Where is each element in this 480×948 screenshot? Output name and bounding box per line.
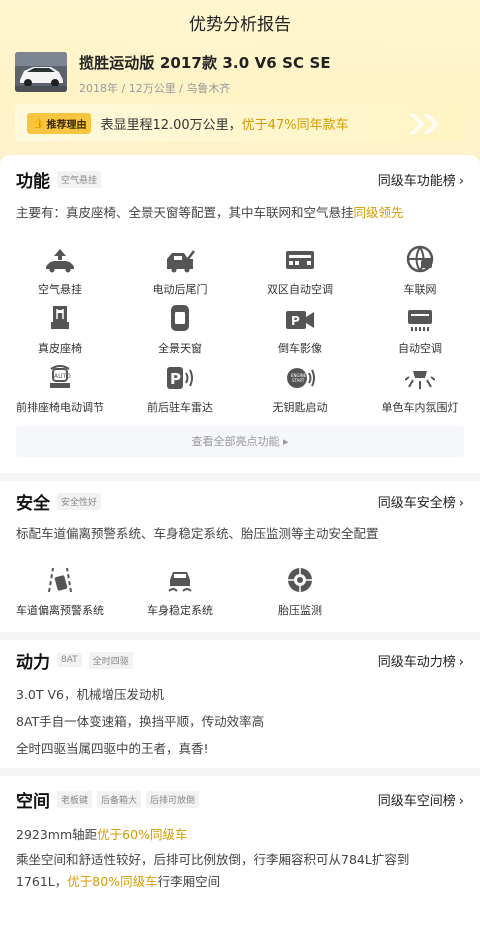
space-title: 空间 [16, 791, 50, 812]
ambient-light-icon [360, 363, 480, 391]
space-line-wheelbase: 2923mm轴距优于60%同级车 [16, 827, 188, 842]
feature-item: P 前后驻车雷达 [120, 363, 240, 422]
features-tag: 空气悬挂 [57, 170, 102, 188]
feature-item: 车联网 [360, 245, 480, 304]
chevron-right-icon: › [458, 794, 464, 809]
view-all-features-button[interactable]: 查看全部亮点功能 ▸ [16, 426, 464, 457]
recommend-reason-text: 表显里程12.00万公里，优于47%同年款车 [100, 117, 349, 133]
features-grid: 空气悬挂 电动后尾门 双区自动空调 车联网 真皮座椅 全景天窗 P 倒车影像 自… [0, 245, 480, 422]
features-rank-link[interactable]: 同级车功能榜 › [378, 170, 464, 189]
space-card: 空间 老板键 后备箱大 后排可放倒 同级车空间榜 › 2923mm轴距优于60%同… [0, 776, 480, 948]
svg-text:START: START [292, 378, 305, 383]
svg-text:P: P [170, 370, 181, 388]
chevron-right-icon: › [458, 655, 464, 670]
power-card: 动力 8AT 全时四驱 同级车动力榜 › 3.0T V6，机械增压发动机 8AT手… [0, 640, 480, 768]
power-line: 3.0T V6，机械增压发动机 [16, 687, 164, 702]
safety-desc: 标配车道偏离预警系统、车身稳定系统、胎压监测等主动安全配置 [16, 526, 379, 541]
feature-item: 电动后尾门 [120, 245, 240, 304]
feature-item: 单色车内氛围灯 [360, 363, 480, 422]
section-divider [0, 768, 480, 776]
feature-item: P 倒车影像 [240, 304, 360, 363]
auto-ac-icon [360, 304, 480, 332]
feature-item: 双区自动空调 [240, 245, 360, 304]
header-area: 优势分析报告 揽胜运动版 2017款 3.0 V6 SC SE 2018年 / … [0, 0, 480, 165]
safety-rank-link[interactable]: 同级车安全榜 › [378, 492, 464, 511]
safety-item: 胎压监测 [240, 566, 360, 625]
triangle-right-icon: ▸ [279, 435, 289, 448]
recommend-reason-label: 推荐理由 [46, 119, 87, 131]
space-rank-link[interactable]: 同级车空间榜 › [378, 790, 464, 809]
safety-title: 安全 [16, 493, 50, 514]
features-title: 功能 [16, 171, 50, 192]
safety-item: 车道偏离预警系统 [0, 566, 120, 625]
page-title: 优势分析报告 [189, 15, 291, 35]
recommend-reason-bar: 👍 推荐理由 表显里程12.00万公里，优于47%同年款车 [15, 104, 465, 142]
safety-grid: 车道偏离预警系统 车身稳定系统 胎压监测 [0, 566, 480, 625]
car-thumbnail [15, 52, 67, 92]
safety-card: 安全 安全性好 同级车安全榜 › 标配车道偏离预警系统、车身稳定系统、胎压监测等主… [0, 481, 480, 632]
svg-text:P: P [291, 314, 300, 328]
thumbs-up-icon: 👍 [32, 117, 45, 129]
car-name: 揽胜运动版 2017款 3.0 V6 SC SE [79, 54, 331, 72]
section-divider [0, 473, 480, 481]
power-tag: 全时四驱 [88, 651, 133, 669]
space-tag: 后备箱大 [97, 790, 142, 808]
parking-radar-icon: P [120, 363, 240, 391]
section-divider [0, 632, 480, 640]
car-meta: 2018年 / 12万公里 / 乌鲁木齐 [79, 82, 231, 95]
power-line: 8AT手自一体变速箱，换挡平顺，传动效率高 [16, 714, 265, 729]
chevron-deco-icon [409, 114, 439, 134]
svg-text:AUTO: AUTO [54, 373, 71, 380]
feature-item: 空气悬挂 [0, 245, 120, 304]
tire-pressure-icon [240, 566, 360, 594]
recommend-reason-badge: 👍 推荐理由 [27, 112, 92, 134]
power-tag: 8AT [57, 653, 82, 667]
feature-item: 全景天窗 [120, 304, 240, 363]
stability-control-icon [120, 566, 240, 594]
connected-car-icon [360, 245, 480, 273]
space-line-cabin: 乘坐空间和舒适性较好，后排可比例放倒，行李厢容积可从784L扩容到 1761L，… [16, 852, 410, 889]
space-tag: 老板键 [57, 790, 93, 808]
feature-item: 真皮座椅 [0, 304, 120, 363]
keyless-start-icon: ENGINE START [240, 363, 360, 391]
dual-zone-ac-icon [240, 245, 360, 273]
power-seat-icon: AUTO [0, 363, 120, 391]
space-tag: 后排可放倒 [146, 790, 200, 808]
leather-seat-icon [0, 304, 120, 332]
reverse-camera-icon: P [240, 304, 360, 332]
features-desc: 主要有：真皮座椅、全景天窗等配置，其中车联网和空气悬挂同级领先 [16, 205, 404, 220]
power-tailgate-icon [120, 245, 240, 273]
chevron-right-icon: › [458, 496, 464, 511]
safety-item: 车身稳定系统 [120, 566, 240, 625]
safety-tag: 安全性好 [57, 492, 102, 510]
feature-item: AUTO 前排座椅电动调节 [0, 363, 120, 422]
feature-item: 自动空调 [360, 304, 480, 363]
chevron-right-icon: › [458, 174, 464, 189]
panoramic-sunroof-icon [120, 304, 240, 332]
power-title: 动力 [16, 652, 50, 673]
power-rank-link[interactable]: 同级车动力榜 › [378, 651, 464, 670]
lane-departure-icon [0, 566, 120, 594]
reason-highlight: 优于47%同年款车 [241, 117, 349, 133]
features-card: 功能 空气悬挂 同级车功能榜 › 主要有：真皮座椅、全景天窗等配置，其中车联网和空… [0, 155, 480, 473]
feature-item: ENGINE START 无钥匙启动 [240, 363, 360, 422]
air-suspension-icon [0, 245, 120, 273]
power-line: 全时四驱当属四驱中的王者，真香! [16, 741, 209, 756]
car-summary: 揽胜运动版 2017款 3.0 V6 SC SE 2018年 / 12万公里 /… [15, 52, 331, 96]
